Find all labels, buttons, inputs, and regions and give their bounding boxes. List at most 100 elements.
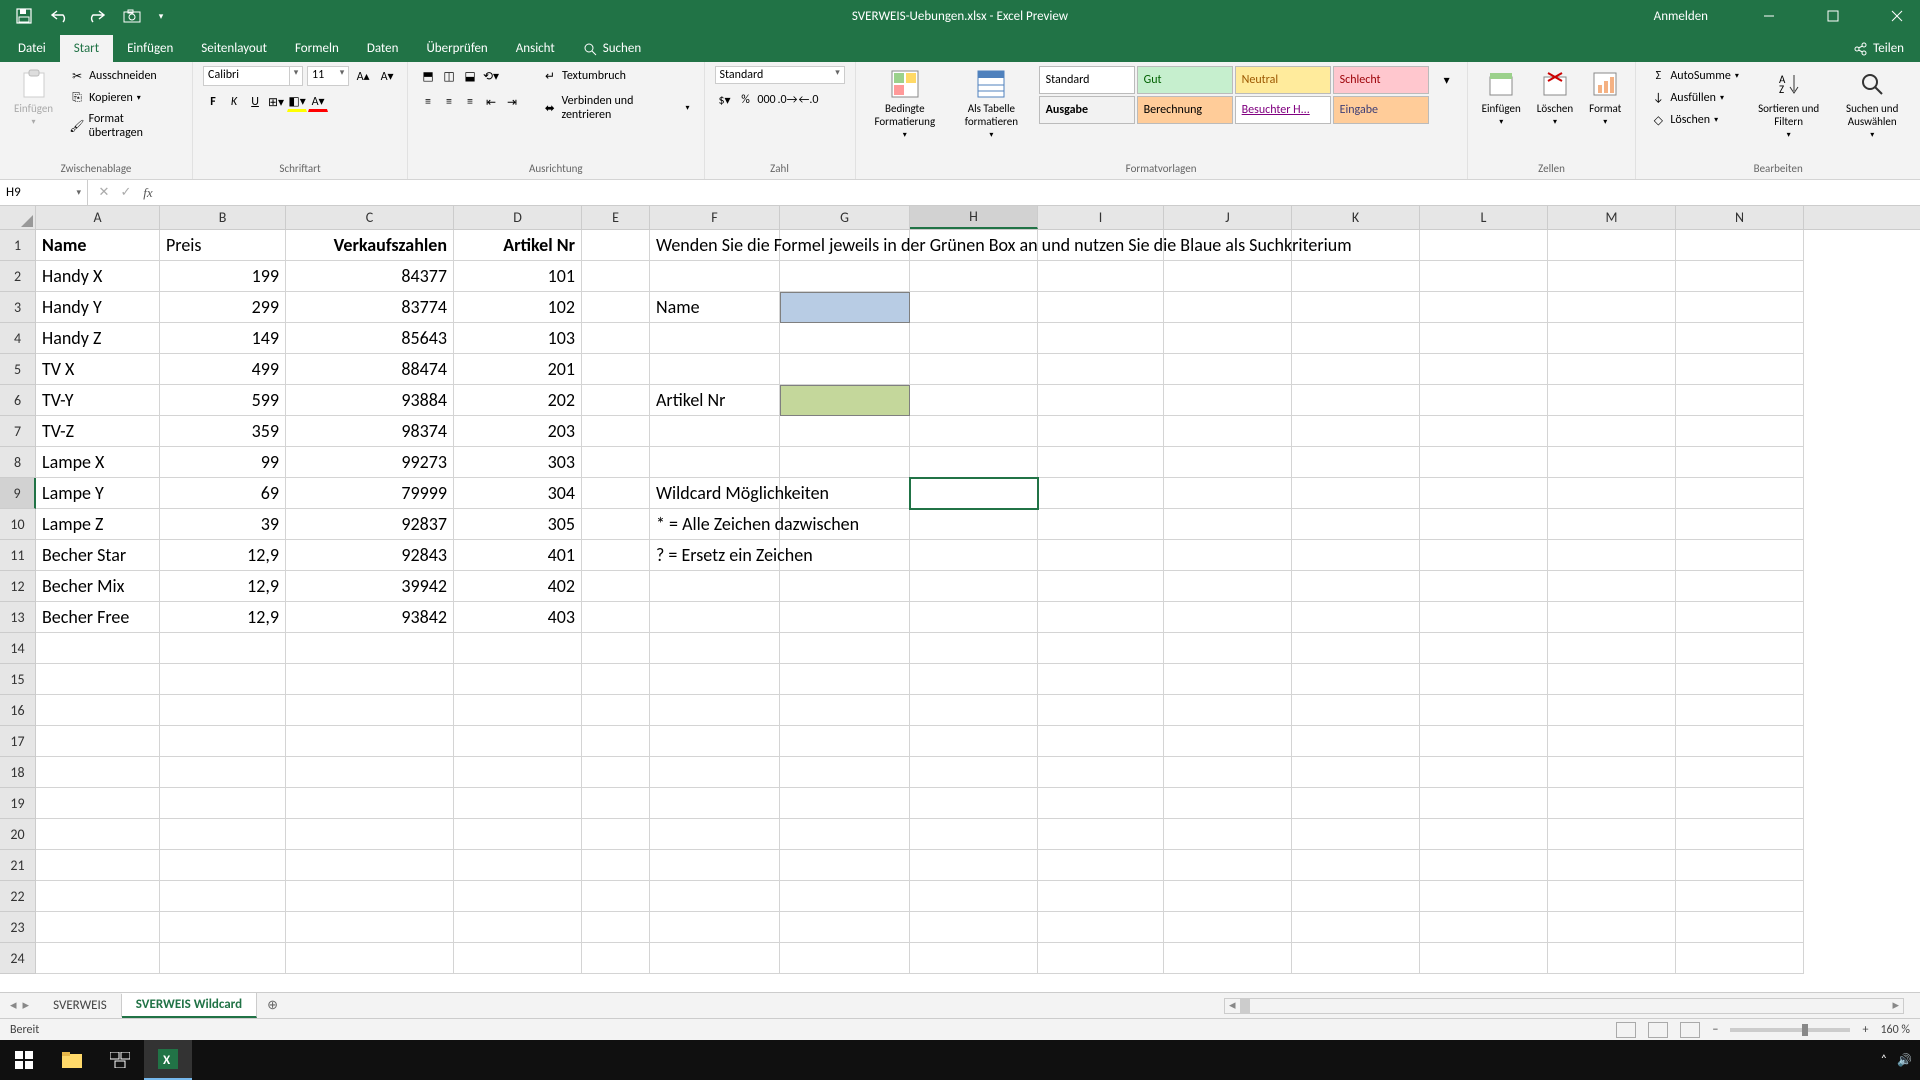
cell-G24[interactable] (780, 943, 910, 974)
cell-H8[interactable] (910, 447, 1038, 478)
cell-M24[interactable] (1548, 943, 1676, 974)
cell-E4[interactable] (582, 323, 650, 354)
find-select-button[interactable]: Suchen und Auswählen▾ (1834, 66, 1910, 142)
cell-E5[interactable] (582, 354, 650, 385)
cell-L14[interactable] (1420, 633, 1548, 664)
file-explorer-icon[interactable] (48, 1040, 96, 1080)
cell-A17[interactable] (36, 726, 160, 757)
cell-G23[interactable] (780, 912, 910, 943)
cell-M8[interactable] (1548, 447, 1676, 478)
cell-F23[interactable] (650, 912, 780, 943)
cell-N20[interactable] (1676, 819, 1804, 850)
cell-I22[interactable] (1038, 881, 1164, 912)
style-schlecht[interactable]: Schlecht (1333, 66, 1429, 94)
col-header-F[interactable]: F (650, 206, 780, 229)
font-name-dropdown[interactable]: Calibri ▾ (203, 66, 303, 86)
cell-L3[interactable] (1420, 292, 1548, 323)
cell-D11[interactable]: 401 (454, 540, 582, 571)
close-button[interactable] (1874, 0, 1920, 32)
redo-icon[interactable] (82, 4, 110, 28)
cell-E20[interactable] (582, 819, 650, 850)
cell-A18[interactable] (36, 757, 160, 788)
cell-M12[interactable] (1548, 571, 1676, 602)
cell-L4[interactable] (1420, 323, 1548, 354)
cell-L8[interactable] (1420, 447, 1548, 478)
cell-B8[interactable]: 99 (160, 447, 286, 478)
cell-D19[interactable] (454, 788, 582, 819)
cell-G18[interactable] (780, 757, 910, 788)
align-top-icon[interactable]: ⬒ (418, 66, 438, 86)
cell-J7[interactable] (1164, 416, 1292, 447)
cell-D16[interactable] (454, 695, 582, 726)
cell-J13[interactable] (1164, 602, 1292, 633)
cell-E23[interactable] (582, 912, 650, 943)
row-header-24[interactable]: 24 (0, 943, 36, 974)
sheet-nav-prev-icon[interactable]: ◂ (10, 998, 17, 1013)
cell-L19[interactable] (1420, 788, 1548, 819)
cell-M4[interactable] (1548, 323, 1676, 354)
cell-M11[interactable] (1548, 540, 1676, 571)
cell-H3[interactable] (910, 292, 1038, 323)
cell-H23[interactable] (910, 912, 1038, 943)
cell-E10[interactable] (582, 509, 650, 540)
cell-I4[interactable] (1038, 323, 1164, 354)
cell-A16[interactable] (36, 695, 160, 726)
cell-F4[interactable] (650, 323, 780, 354)
cell-F11[interactable]: ? = Ersetz ein Zeichen (650, 540, 780, 571)
cell-M16[interactable] (1548, 695, 1676, 726)
cell-N19[interactable] (1676, 788, 1804, 819)
cell-B5[interactable]: 499 (160, 354, 286, 385)
cell-K5[interactable] (1292, 354, 1420, 385)
cell-L7[interactable] (1420, 416, 1548, 447)
align-right-icon[interactable]: ≡ (460, 92, 480, 112)
cell-L21[interactable] (1420, 850, 1548, 881)
cell-K9[interactable] (1292, 478, 1420, 509)
accounting-icon[interactable]: $▾ (715, 90, 735, 110)
cell-G2[interactable] (780, 261, 910, 292)
row-header-6[interactable]: 6 (0, 385, 36, 416)
row-header-18[interactable]: 18 (0, 757, 36, 788)
accept-formula-icon[interactable]: ✓ (116, 185, 136, 201)
cell-F21[interactable] (650, 850, 780, 881)
cell-I8[interactable] (1038, 447, 1164, 478)
cell-H19[interactable] (910, 788, 1038, 819)
cell-C7[interactable]: 98374 (286, 416, 454, 447)
cell-M22[interactable] (1548, 881, 1676, 912)
tab-datei[interactable]: Datei (4, 35, 60, 62)
cut-button[interactable]: ✂ Ausschneiden (65, 66, 182, 86)
autosum-button[interactable]: Σ AutoSumme ▾ (1646, 66, 1742, 86)
cell-C20[interactable] (286, 819, 454, 850)
cell-E8[interactable] (582, 447, 650, 478)
delete-cells-button[interactable]: Löschen▾ (1533, 66, 1577, 129)
cell-B13[interactable]: 12,9 (160, 602, 286, 633)
cell-H13[interactable] (910, 602, 1038, 633)
cell-A6[interactable]: TV-Y (36, 385, 160, 416)
cell-H9[interactable] (910, 478, 1038, 509)
cell-J3[interactable] (1164, 292, 1292, 323)
cell-K24[interactable] (1292, 943, 1420, 974)
cell-C8[interactable]: 99273 (286, 447, 454, 478)
cell-M6[interactable] (1548, 385, 1676, 416)
increase-decimal-icon[interactable]: .0→ (778, 90, 798, 110)
row-header-13[interactable]: 13 (0, 602, 36, 633)
cell-A24[interactable] (36, 943, 160, 974)
cell-C14[interactable] (286, 633, 454, 664)
cell-M2[interactable] (1548, 261, 1676, 292)
cell-I13[interactable] (1038, 602, 1164, 633)
cell-A1[interactable]: Name (36, 230, 160, 261)
tray-chevron-icon[interactable]: ˄ (1881, 1053, 1887, 1067)
cell-N5[interactable] (1676, 354, 1804, 385)
col-header-M[interactable]: M (1548, 206, 1676, 229)
font-size-dropdown[interactable]: 11 ▾ (307, 66, 349, 86)
cell-K21[interactable] (1292, 850, 1420, 881)
cell-N15[interactable] (1676, 664, 1804, 695)
cell-E1[interactable] (582, 230, 650, 261)
cell-D20[interactable] (454, 819, 582, 850)
cell-I16[interactable] (1038, 695, 1164, 726)
cell-B24[interactable] (160, 943, 286, 974)
cell-H12[interactable] (910, 571, 1038, 602)
cell-M1[interactable] (1548, 230, 1676, 261)
col-header-L[interactable]: L (1420, 206, 1548, 229)
cell-I20[interactable] (1038, 819, 1164, 850)
cell-F22[interactable] (650, 881, 780, 912)
